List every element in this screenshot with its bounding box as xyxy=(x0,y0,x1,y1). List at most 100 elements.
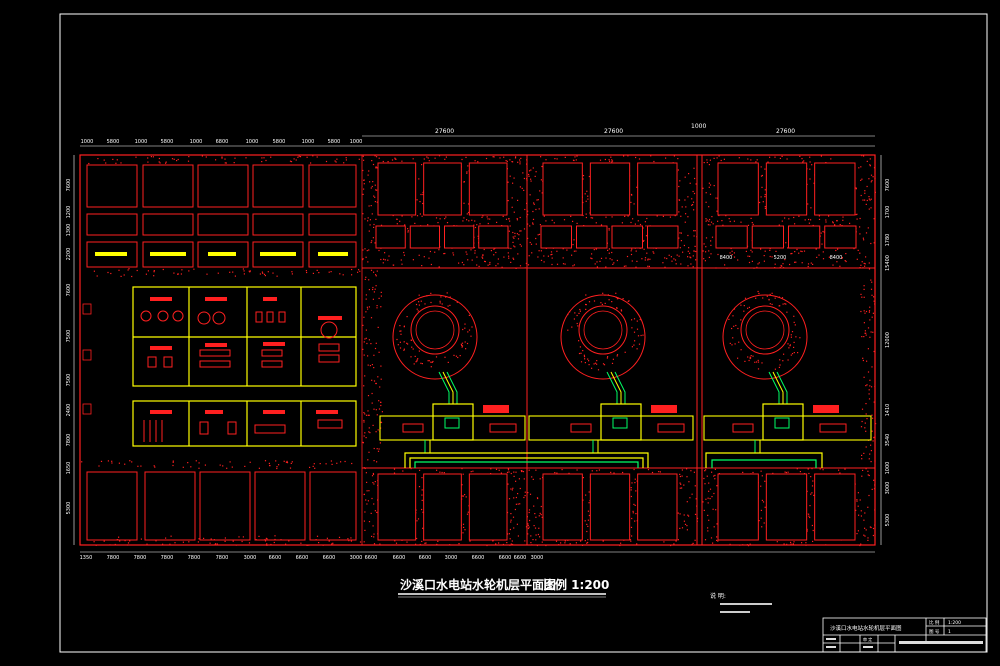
concrete-speck xyxy=(812,529,814,532)
dim-label: 1000 xyxy=(691,123,706,130)
concrete-speck xyxy=(516,219,518,221)
concrete-speck xyxy=(786,543,788,545)
concrete-speck xyxy=(373,536,375,538)
concrete-speck xyxy=(764,189,766,191)
concrete-speck xyxy=(774,263,776,265)
concrete-speck xyxy=(630,221,632,224)
concrete-speck xyxy=(372,237,374,239)
spiral-speck xyxy=(453,354,455,356)
concrete-speck xyxy=(707,224,709,226)
concrete-speck xyxy=(276,466,278,468)
concrete-speck xyxy=(637,220,639,222)
concrete-speck xyxy=(872,440,874,442)
spiral-speck xyxy=(631,327,633,329)
concrete-speck xyxy=(865,413,867,415)
spiral-speck xyxy=(733,308,736,310)
concrete-speck xyxy=(870,174,873,176)
concrete-speck xyxy=(859,233,861,235)
concrete-speck xyxy=(709,224,711,226)
concrete-speck xyxy=(112,158,114,160)
concrete-speck xyxy=(343,162,345,164)
concrete-speck xyxy=(350,537,352,539)
concrete-speck xyxy=(530,542,532,544)
concrete-speck xyxy=(273,541,275,544)
concrete-speck xyxy=(591,258,593,260)
concrete-speck xyxy=(259,273,261,275)
spiral-speck xyxy=(464,341,466,343)
concrete-speck xyxy=(531,476,533,478)
concrete-speck xyxy=(171,158,174,160)
spiral-speck xyxy=(757,361,760,363)
concrete-speck xyxy=(599,159,602,161)
concrete-speck xyxy=(437,540,439,542)
concrete-speck xyxy=(359,541,362,543)
concrete-speck xyxy=(862,469,864,471)
concrete-speck xyxy=(503,256,505,258)
concrete-speck xyxy=(533,202,535,204)
upper-room xyxy=(589,162,631,216)
concrete-speck xyxy=(867,539,869,541)
spiral-speck xyxy=(461,344,463,346)
concrete-speck xyxy=(519,230,521,232)
concrete-speck xyxy=(234,157,236,159)
concrete-speck xyxy=(781,155,783,157)
concrete-speck xyxy=(416,215,419,217)
concrete-speck xyxy=(466,171,468,173)
concrete-speck xyxy=(674,259,677,261)
concrete-speck xyxy=(224,162,226,164)
concrete-speck xyxy=(402,470,404,472)
spiral-speck xyxy=(774,297,776,299)
concrete-speck xyxy=(100,460,103,462)
concrete-speck xyxy=(274,535,276,537)
dim-label: 7800 xyxy=(66,434,72,447)
concrete-speck xyxy=(874,509,876,511)
concrete-speck xyxy=(221,157,223,159)
concrete-speck xyxy=(709,184,712,186)
spiral-speck xyxy=(791,331,794,333)
concrete-speck xyxy=(648,265,650,267)
concrete-speck xyxy=(871,430,873,432)
concrete-speck xyxy=(306,156,308,158)
title-block-row-a-stroke xyxy=(826,638,836,640)
concrete-speck xyxy=(622,471,624,474)
concrete-speck xyxy=(711,496,713,498)
concrete-speck xyxy=(750,249,752,251)
concrete-speck xyxy=(587,539,589,541)
concrete-speck xyxy=(290,462,292,464)
concrete-speck xyxy=(656,215,658,217)
concrete-speck xyxy=(705,201,707,203)
concrete-speck xyxy=(229,271,231,273)
upper-room xyxy=(814,162,856,216)
concrete-speck xyxy=(400,259,402,261)
concrete-speck xyxy=(539,224,541,226)
concrete-speck xyxy=(374,288,376,290)
concrete-speck xyxy=(863,534,865,536)
concrete-speck xyxy=(366,481,368,483)
concrete-speck xyxy=(630,193,633,196)
concrete-speck xyxy=(215,543,217,545)
concrete-speck xyxy=(774,156,776,158)
concrete-speck xyxy=(668,254,670,256)
concrete-speck xyxy=(839,472,841,474)
concrete-speck xyxy=(368,306,370,308)
spiral-speck xyxy=(403,341,405,343)
concrete-speck xyxy=(630,201,632,203)
concrete-speck xyxy=(331,543,333,545)
concrete-speck xyxy=(573,264,575,266)
concrete-speck xyxy=(528,509,531,511)
concrete-speck xyxy=(855,214,857,216)
concrete-speck xyxy=(623,265,625,267)
concrete-speck xyxy=(377,376,379,378)
spiral-speck xyxy=(585,304,587,306)
concrete-speck xyxy=(174,542,176,544)
concrete-speck xyxy=(404,224,406,226)
spiral-speck xyxy=(778,296,780,298)
concrete-speck xyxy=(863,310,865,312)
concrete-speck xyxy=(165,537,167,539)
concrete-speck xyxy=(692,542,694,544)
concrete-speck xyxy=(818,254,820,256)
concrete-speck xyxy=(543,261,545,263)
concrete-speck xyxy=(832,264,834,266)
concrete-speck xyxy=(825,221,827,223)
concrete-speck xyxy=(373,226,375,228)
